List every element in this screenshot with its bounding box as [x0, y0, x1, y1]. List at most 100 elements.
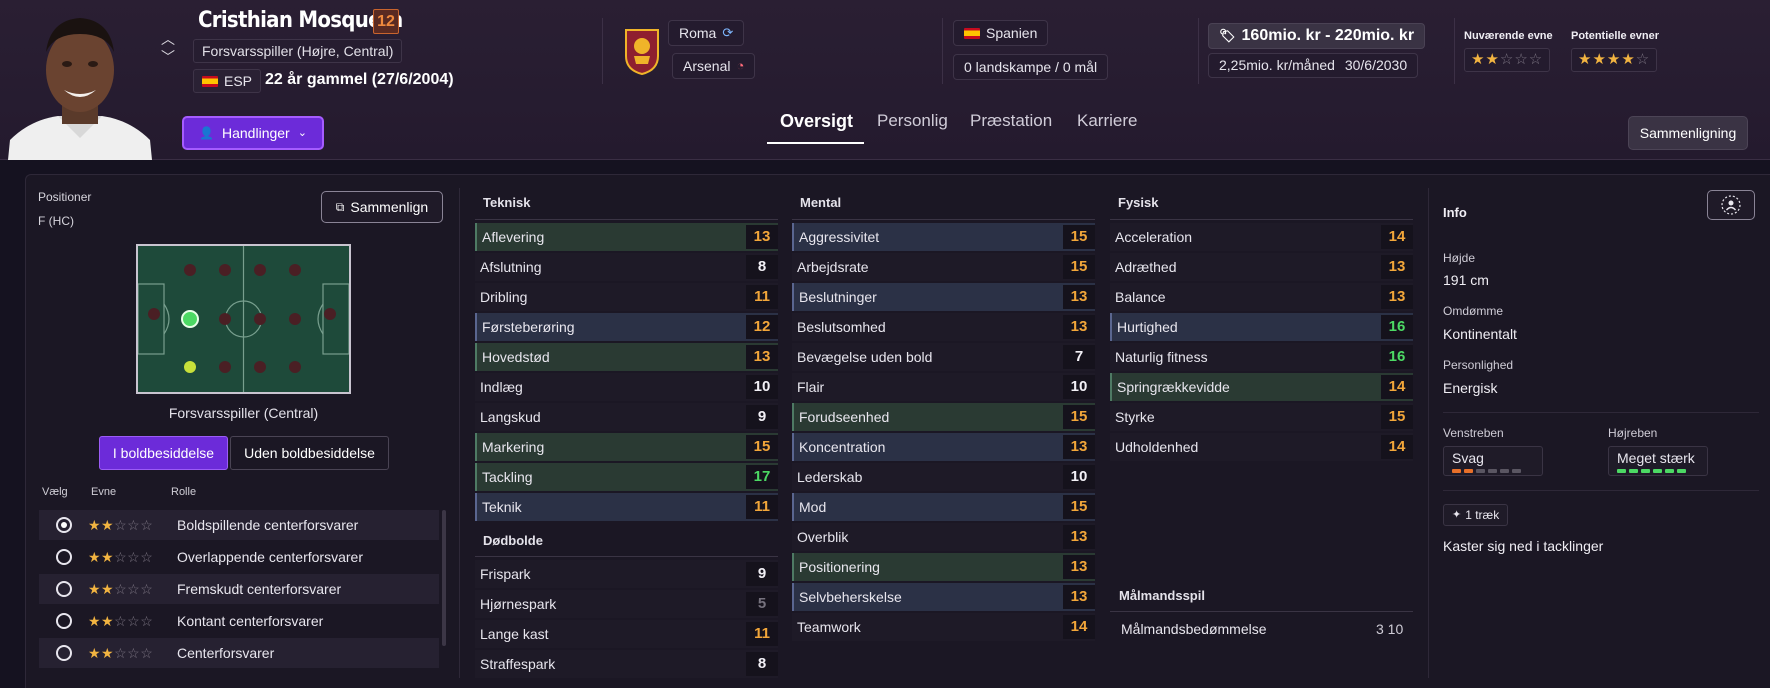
- traits-count: 1 træk: [1465, 508, 1500, 522]
- attribute-row[interactable]: Indlæg 10: [475, 373, 778, 401]
- attribute-name: Tackling: [482, 469, 533, 485]
- attribute-row[interactable]: Bevægelse uden bold 7: [792, 343, 1095, 371]
- role-name: Kontant centerforsvarer: [177, 613, 324, 629]
- attribute-row[interactable]: Afslutning 8: [475, 253, 778, 281]
- attribute-name: Flair: [797, 379, 825, 395]
- attribute-row[interactable]: Lederskab 10: [792, 463, 1095, 491]
- role-name: Fremskudt centerforsvarer: [177, 581, 342, 597]
- divider: [942, 18, 943, 84]
- attribute-value: 15: [1063, 225, 1095, 249]
- role-row[interactable]: ★★☆☆☆ Kontant centerforsvarer: [39, 606, 439, 636]
- attribute-row[interactable]: Beslutninger 13: [792, 283, 1095, 311]
- attribute-row[interactable]: Markering 15: [475, 433, 778, 461]
- chevron-down-icon[interactable]: ﹀: [160, 48, 176, 66]
- tab-personal[interactable]: Personlig: [877, 111, 948, 131]
- country-chip[interactable]: Spanien: [953, 20, 1049, 46]
- club-chip-current[interactable]: Roma ⟳: [668, 20, 745, 46]
- role-row[interactable]: ★★☆☆☆ Boldspillende centerforsvarer: [39, 510, 439, 540]
- attribute-row[interactable]: Straffespark 8: [475, 650, 778, 678]
- attribute-value: 8: [746, 255, 778, 279]
- attribute-row[interactable]: Balance 13: [1110, 283, 1413, 311]
- role-radio[interactable]: [56, 645, 72, 661]
- roma-crest-icon[interactable]: [622, 26, 662, 76]
- attribute-value: 17: [746, 465, 778, 489]
- attribute-row[interactable]: Udholdenhed 14: [1110, 433, 1413, 461]
- divider: [1110, 219, 1413, 220]
- attribute-row[interactable]: Flair 10: [792, 373, 1095, 401]
- attribute-row[interactable]: Aflevering 13: [475, 223, 778, 251]
- role-radio[interactable]: [56, 549, 72, 565]
- attribute-row[interactable]: Tackling 17: [475, 463, 778, 491]
- attribute-row[interactable]: Teknik 11: [475, 493, 778, 521]
- personality-label: Personlighed: [1443, 358, 1514, 372]
- attribute-row[interactable]: Frispark 9: [475, 560, 778, 588]
- chevron-up-icon[interactable]: ︿: [160, 30, 176, 48]
- attribute-row[interactable]: Førsteberøring 12: [475, 313, 778, 341]
- role-radio[interactable]: [56, 581, 72, 597]
- attribute-name: Positionering: [799, 559, 880, 575]
- attribute-row[interactable]: Overblik 13: [792, 523, 1095, 551]
- goalkeeping-header: Målmandsspil: [1119, 588, 1205, 603]
- attribute-row[interactable]: Beslutsomhed 13: [792, 313, 1095, 341]
- attribute-row[interactable]: Hurtighed 16: [1110, 313, 1413, 341]
- attribute-name: Aggressivitet: [799, 229, 880, 245]
- attribute-value: 13: [1063, 285, 1095, 309]
- attribute-row[interactable]: Forudseenhed 15: [792, 403, 1095, 431]
- role-radio[interactable]: [56, 517, 72, 533]
- attribute-value: 14: [1063, 615, 1095, 639]
- role-ability-stars: ★★☆☆☆: [88, 644, 154, 661]
- role-name: Centerforsvarer: [177, 645, 275, 661]
- attribute-value: 8: [746, 652, 778, 676]
- attribute-row[interactable]: Mod 15: [792, 493, 1095, 521]
- in-possession-toggle[interactable]: I boldbesiddelse: [99, 436, 228, 470]
- nationality-code: ESP: [224, 73, 253, 89]
- role-radio[interactable]: [56, 613, 72, 629]
- attribute-row[interactable]: Adræthed 13: [1110, 253, 1413, 281]
- attribute-row[interactable]: Dribling 11: [475, 283, 778, 311]
- attribute-row[interactable]: Positionering 13: [792, 553, 1095, 581]
- role-ability-stars: ★★☆☆☆: [88, 516, 154, 533]
- role-row[interactable]: ★★☆☆☆ Overlappende centerforsvarer: [39, 542, 439, 572]
- roles-scrollbar[interactable]: [442, 510, 446, 646]
- divider: [1198, 18, 1199, 84]
- divider: [792, 219, 1095, 220]
- out-of-possession-toggle[interactable]: Uden boldbesiddelse: [230, 436, 389, 470]
- tab-career[interactable]: Karriere: [1077, 111, 1137, 131]
- attribute-row[interactable]: Hjørnespark 5: [475, 590, 778, 618]
- actions-button[interactable]: 👤 Handlinger ⌄: [182, 116, 324, 150]
- club-chip-parent[interactable]: Arsenal ◔: [672, 53, 756, 79]
- attribute-row[interactable]: Acceleration 14: [1110, 223, 1413, 251]
- attribute-row[interactable]: Springrækkevidde 14: [1110, 373, 1413, 401]
- wage-text: 2,25mio. kr/måned: [1219, 57, 1335, 73]
- tab-performance[interactable]: Præstation: [970, 111, 1052, 131]
- divider: [475, 219, 778, 220]
- attribute-row[interactable]: Langskud 9: [475, 403, 778, 431]
- role-row[interactable]: ★★☆☆☆ Fremskudt centerforsvarer: [39, 574, 439, 604]
- attribute-value: 13: [1063, 585, 1095, 609]
- attribute-row[interactable]: Arbejdsrate 15: [792, 253, 1095, 281]
- attribute-row[interactable]: Koncentration 13: [792, 433, 1095, 461]
- positions-label: Positioner: [38, 190, 92, 204]
- attribute-row[interactable]: Hovedstød 13: [475, 343, 778, 371]
- attribute-row[interactable]: Aggressivitet 15: [792, 223, 1095, 251]
- attribute-row[interactable]: Naturlig fitness 16: [1110, 343, 1413, 371]
- traits-chip[interactable]: ✦ 1 træk: [1443, 504, 1509, 526]
- attribute-name: Udholdenhed: [1115, 439, 1199, 455]
- attribute-name: Forudseenhed: [799, 409, 890, 425]
- attribute-row[interactable]: Teamwork 14: [792, 613, 1095, 641]
- role-row[interactable]: ★★☆☆☆ Centerforsvarer: [39, 638, 439, 668]
- attribute-name: Førsteberøring: [482, 319, 575, 335]
- attribute-row[interactable]: Styrke 15: [1110, 403, 1413, 431]
- position-pitch[interactable]: [136, 244, 351, 394]
- info-settings-button[interactable]: [1707, 190, 1755, 220]
- attribute-name: Springrækkevidde: [1117, 379, 1230, 395]
- roles-header-role: Rolle: [171, 486, 197, 498]
- role-ability-stars: ★★☆☆☆: [88, 612, 154, 629]
- price-tag-icon: 🏷: [1219, 28, 1236, 43]
- compare-button[interactable]: Sammenligning: [1628, 116, 1748, 150]
- attribute-row[interactable]: Selvbeherskelse 13: [792, 583, 1095, 611]
- attribute-row[interactable]: Lange kast 11: [475, 620, 778, 648]
- compare-positions-button[interactable]: ⧉ Sammenlign: [321, 191, 443, 223]
- loan-icon: ⟳: [722, 25, 734, 40]
- tab-overview[interactable]: Oversigt: [780, 111, 853, 132]
